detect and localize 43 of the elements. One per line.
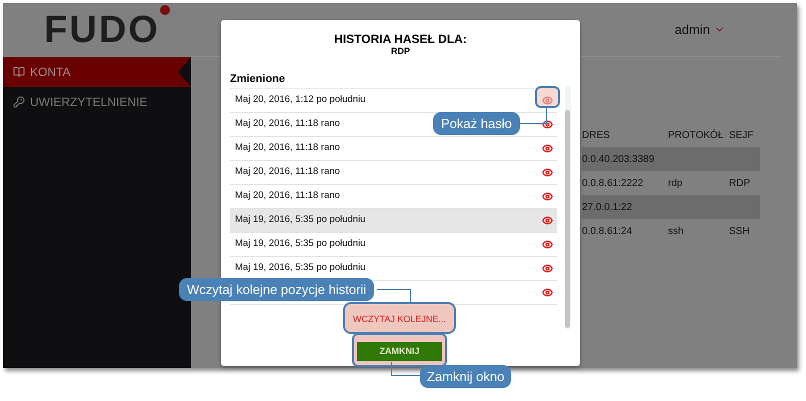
table-cell-text: 0.0.40.203:3389 [582,152,656,166]
dialog-title: HISTORIA HASEŁ DLA: [334,32,467,46]
history-date: Maj 20, 2016, 1:12 po południu [235,93,366,108]
sidebar-item[interactable]: UWIERZYTELNIENIE [3,87,191,117]
eye-icon[interactable] [542,263,553,274]
table-cell-text: rdp [668,176,684,190]
eye-icon[interactable] [542,287,553,298]
table-cell-text: 27.0.0.1:22 [582,200,634,214]
history-date: Maj 19, 2016, 5:35 po południu [235,213,366,228]
load-more-button[interactable]: WCZYTAJ KOLEJNE... [348,312,451,327]
eye-icon[interactable] [542,215,553,226]
book-icon [13,66,25,78]
eye-icon[interactable] [542,119,553,130]
history-date: Maj 19, 2016, 5:35 po południu [235,261,366,276]
scrollbar-thumb[interactable] [565,110,570,328]
column-header: SEJF [729,128,754,142]
history-date: Maj 19, 2016, 5:35 po południu [235,237,366,252]
table-cell-text: ssh [668,224,685,238]
history-date: Maj 20, 2016, 11:18 rano [235,165,340,180]
user-menu[interactable]: admin [674,20,710,40]
section-title: Zmienione [230,73,286,85]
history-date: Maj 20, 2016, 11:18 rano [235,141,340,156]
dialog-subtitle: RDP [390,46,410,57]
close-button[interactable]: ZAMKNIJ [357,342,442,362]
table-cell-text: 0.0.8.61:24 [582,224,634,238]
callout: Pokaż hasło [433,112,520,135]
history-date: Maj 20, 2016, 11:18 rano [235,189,340,204]
eye-icon[interactable] [542,239,553,250]
table-cell-text: SSH [729,224,750,238]
callout: Wczytaj kolejne pozycje historii [179,278,374,301]
table-cell-text: 0.0.8.61:2222 [582,176,644,190]
eye-icon[interactable] [542,167,553,178]
key-icon [13,96,25,108]
column-header: PROTOKÓŁ [668,128,724,142]
eye-icon[interactable] [542,143,553,154]
table-cell-text: RDP [729,176,750,190]
column-header: DRES [582,128,611,142]
highlight-frame [535,86,560,108]
eye-icon[interactable] [542,191,553,202]
history-date: Maj 20, 2016, 11:18 rano [235,117,340,132]
logo: FUDO [44,11,160,49]
sidebar-item[interactable]: KONTA [3,57,191,87]
callout: Zamknij okno [420,365,512,388]
